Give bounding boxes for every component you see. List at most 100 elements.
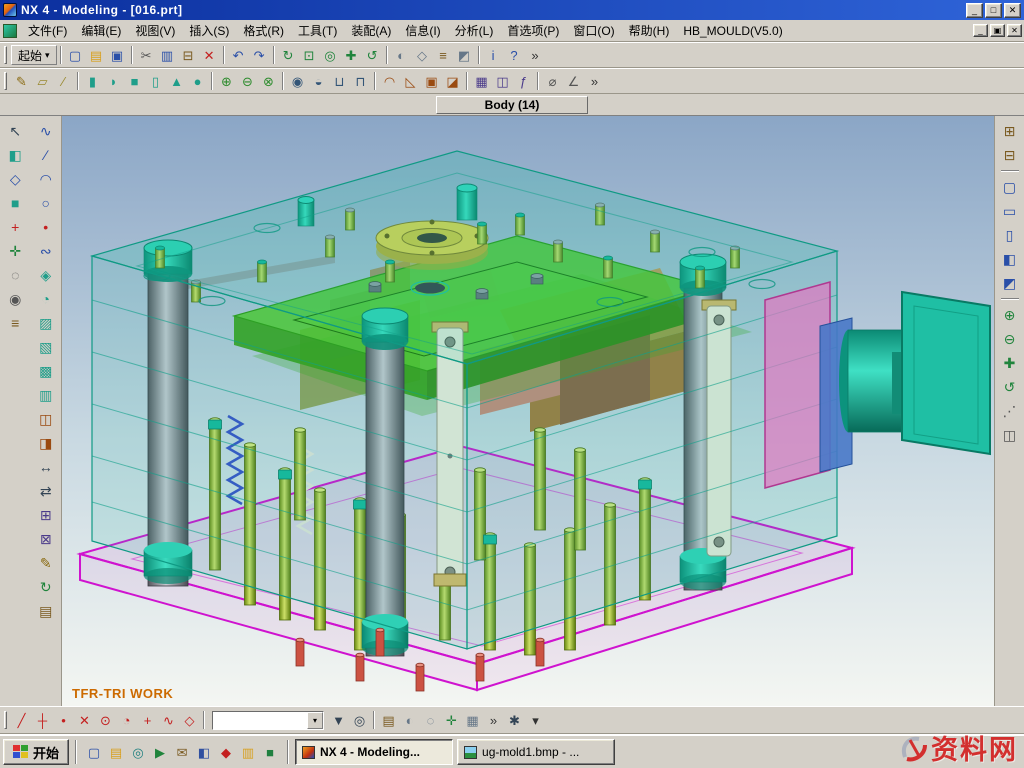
select-face-icon[interactable]: ◧ (3, 143, 28, 167)
snap-quadrant-icon[interactable]: ◔ (116, 710, 137, 730)
extrude-icon[interactable]: ▮ (82, 71, 103, 91)
maximize-view-icon[interactable]: ⊞ (997, 119, 1022, 143)
ql-tool-icon[interactable]: ◆ (215, 741, 237, 763)
wcs-icon[interactable]: ✛ (3, 239, 28, 263)
rotate-icon[interactable]: ↺ (362, 45, 383, 65)
sketch-icon[interactable]: ✎ (11, 71, 32, 91)
minimize-button[interactable]: _ (966, 3, 983, 18)
snap-existing-point-icon[interactable]: + (137, 710, 158, 730)
work-layer-icon[interactable]: ▤ (378, 710, 399, 730)
snap-endpoint-icon[interactable]: ╱ (11, 710, 32, 730)
menu-item[interactable]: 文件(F) (21, 19, 74, 42)
menu-item[interactable]: 信息(I) (398, 19, 447, 42)
ql-image-icon[interactable]: ◧ (193, 741, 215, 763)
hole-icon[interactable]: ◉ (287, 71, 308, 91)
block-icon[interactable]: ■ (124, 71, 145, 91)
layer-icon[interactable]: ≡ (3, 311, 28, 335)
ruled-surface-icon[interactable]: ▨ (33, 311, 58, 335)
swept-icon[interactable]: ◔ (33, 287, 58, 311)
select-edge-icon[interactable]: ◇ (3, 167, 28, 191)
maximize-button[interactable]: □ (985, 3, 1002, 18)
menu-item[interactable]: 分析(L) (448, 19, 501, 42)
info-icon[interactable]: i (483, 45, 504, 65)
boss-icon[interactable]: ◒ (308, 71, 329, 91)
mold-3d-model[interactable] (62, 116, 994, 706)
snap-arc-center-icon[interactable]: ⊙ (95, 710, 116, 730)
patch-icon[interactable]: ◨ (33, 431, 58, 455)
snap-midpoint-icon[interactable]: ┼ (32, 710, 53, 730)
zoom-icon[interactable]: ◎ (320, 45, 341, 65)
arc-icon[interactable]: ◠ (33, 167, 58, 191)
menu-item[interactable]: 窗口(O) (566, 19, 621, 42)
help-icon[interactable]: ? (504, 45, 525, 65)
ql-mail-icon[interactable]: ✉ (171, 741, 193, 763)
menu-item[interactable]: 格式(R) (236, 19, 291, 42)
circle-icon[interactable]: ○ (33, 191, 58, 215)
snap-point-icon[interactable]: + (3, 215, 28, 239)
mdi-minimize-button[interactable]: _ (973, 24, 988, 37)
mdi-close-button[interactable]: ✕ (1007, 24, 1022, 37)
selection-filter-icon[interactable]: ▼ (328, 710, 349, 730)
open-icon[interactable]: ▤ (86, 45, 107, 65)
snap-point-on-face-icon[interactable]: ◇ (179, 710, 200, 730)
graphics-viewport[interactable]: TFR-TRI WORK (62, 116, 994, 706)
ql-browser-icon[interactable]: ◎ (127, 741, 149, 763)
zoom-out-icon[interactable]: ⊖ (997, 327, 1022, 351)
chamfer-icon[interactable]: ◺ (400, 71, 421, 91)
line-icon[interactable]: ∕ (33, 143, 58, 167)
cone-icon[interactable]: ▲ (166, 71, 187, 91)
rotate-view-icon[interactable]: ↺ (997, 375, 1022, 399)
expression-icon[interactable]: ƒ (513, 71, 534, 91)
view-orient-icon[interactable]: ◩ (454, 45, 475, 65)
pan-icon[interactable]: ✚ (341, 45, 362, 65)
snapshot-icon[interactable]: ◫ (997, 423, 1022, 447)
menu-item[interactable]: HB_MOULD(V5.0) (676, 21, 789, 41)
pad-icon[interactable]: ⊓ (350, 71, 371, 91)
layer-settings-icon[interactable]: ≡ (433, 45, 454, 65)
new-part-icon[interactable]: ▢ (65, 45, 86, 65)
transform-icon[interactable]: ⇄ (33, 479, 58, 503)
isometric-view-icon[interactable]: ◧ (997, 247, 1022, 271)
pan-view-icon[interactable]: ✚ (997, 351, 1022, 375)
paste-icon[interactable]: ⊟ (178, 45, 199, 65)
taskbar-item-bmp[interactable]: ug-mold1.bmp - ... (457, 739, 615, 765)
curve-icon[interactable]: ∿ (33, 119, 58, 143)
title-bar[interactable]: NX 4 - Modeling - [016.prt] _□✕ (0, 0, 1024, 20)
redo-icon[interactable]: ↷ (249, 45, 270, 65)
menu-item[interactable]: 帮助(H) (622, 19, 677, 42)
mdi-restore-button[interactable]: ▣ (990, 24, 1005, 37)
fit-view-icon[interactable]: ⊡ (299, 45, 320, 65)
update-model-icon[interactable]: ↻ (33, 575, 58, 599)
grid-icon[interactable]: ▦ (462, 710, 483, 730)
object-display-icon[interactable]: ◐ (399, 710, 420, 730)
zoom-in-icon[interactable]: ⊕ (997, 303, 1022, 327)
menu-item[interactable]: 首选项(P) (500, 19, 566, 42)
point-icon[interactable]: • (33, 215, 58, 239)
cut-icon[interactable]: ✂ (136, 45, 157, 65)
restore-view-icon[interactable]: ⊟ (997, 143, 1022, 167)
sphere-icon[interactable]: ● (187, 71, 208, 91)
toolbar-grip[interactable] (4, 72, 7, 90)
offset-surface-icon[interactable]: ▧ (33, 335, 58, 359)
snap-scope-combo[interactable]: ▾ (212, 711, 324, 730)
move-object-icon[interactable]: ↔ (33, 455, 58, 479)
unite-icon[interactable]: ⊕ (216, 71, 237, 91)
revolve-icon[interactable]: ◗ (103, 71, 124, 91)
datum-plane-icon[interactable]: ▱ (32, 71, 53, 91)
ql-folder-icon[interactable]: ▥ (237, 741, 259, 763)
select-cursor-icon[interactable]: ↖ (3, 119, 28, 143)
toolbar-grip[interactable] (4, 711, 7, 729)
mirror-body-icon[interactable]: ◫ (492, 71, 513, 91)
suppress-feature-icon[interactable]: ⊠ (33, 527, 58, 551)
ql-desktop-icon[interactable]: ▢ (83, 741, 105, 763)
top-view-icon[interactable]: ▭ (997, 199, 1022, 223)
show-object-icon[interactable]: ◉ (3, 287, 28, 311)
part-navigator-icon[interactable]: ▤ (33, 599, 58, 623)
menu-item[interactable]: 装配(A) (344, 19, 398, 42)
delete-icon[interactable]: ✕ (199, 45, 220, 65)
ql-app-icon[interactable]: ■ (259, 741, 281, 763)
pocket-icon[interactable]: ⊔ (329, 71, 350, 91)
front-view-icon[interactable]: ▢ (997, 175, 1022, 199)
ql-explorer-icon[interactable]: ▤ (105, 741, 127, 763)
trim-body-icon[interactable]: ◪ (442, 71, 463, 91)
